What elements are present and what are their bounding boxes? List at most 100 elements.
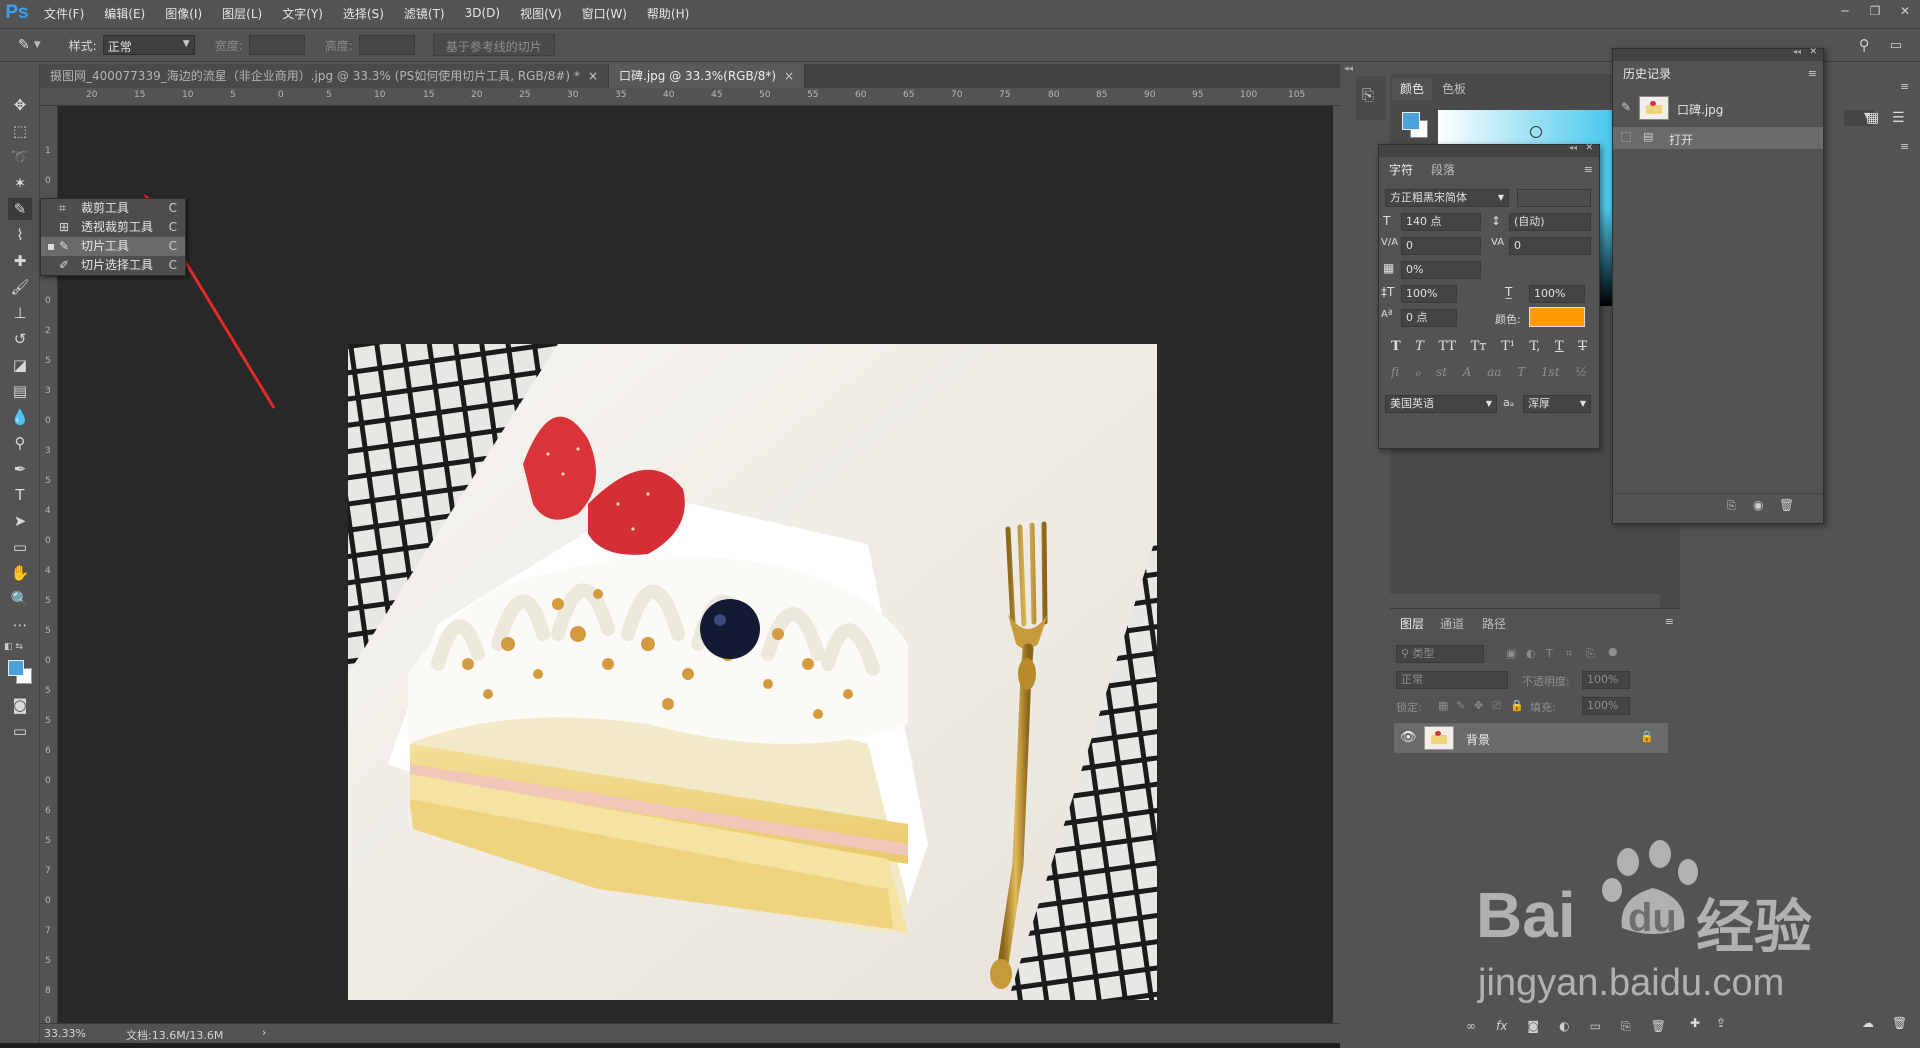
style-select[interactable]: 正常 ▼ <box>102 35 195 55</box>
slice-tool-item[interactable]: ▪ ✎ 切片工具 C <box>41 237 185 256</box>
close-icon[interactable]: ✕ <box>1809 47 1817 57</box>
filter-toggle-icon[interactable]: ● <box>1608 645 1618 658</box>
rectangle-tool-icon[interactable]: ▭ <box>8 536 32 558</box>
menu-image[interactable]: 图像(I) <box>155 5 212 22</box>
panel-menu-icon[interactable]: ≡ <box>1584 163 1593 176</box>
chevron-down-icon[interactable]: ▼ <box>34 40 41 50</box>
underline-button[interactable]: T <box>1555 339 1564 357</box>
collapse-dock-icon[interactable]: ◂◂ <box>1344 64 1353 74</box>
width-input[interactable] <box>248 35 305 55</box>
foreground-color-swatch[interactable] <box>8 660 24 676</box>
adjustment-filter-icon[interactable]: ◐ <box>1526 647 1536 660</box>
history-panel-title[interactable]: 历史记录 <box>1615 63 1680 85</box>
menu-3d[interactable]: 3D(D) <box>455 6 510 20</box>
close-icon[interactable]: ✕ <box>1585 143 1593 153</box>
screen-mode-icon[interactable]: ▭ <box>8 720 32 742</box>
zoom-tool-icon[interactable]: 🔍 <box>8 588 32 610</box>
lock-all-icon[interactable]: 🔒 <box>1510 699 1524 712</box>
menu-view[interactable]: 视图(V) <box>510 5 572 22</box>
kerning-field[interactable]: 0 <box>1401 237 1481 255</box>
menu-layer[interactable]: 图层(L) <box>212 5 272 22</box>
eraser-tool-icon[interactable]: ◪ <box>8 354 32 376</box>
panel-menu-icon[interactable]: ≡ <box>1808 67 1817 80</box>
vertical-scale-field[interactable]: 100% <box>1401 285 1457 303</box>
shape-filter-icon[interactable]: ⌗ <box>1566 647 1572 661</box>
workspace-icon[interactable]: ▭ <box>1890 38 1902 53</box>
adjustment-layer-icon[interactable]: ◐ <box>1559 1019 1569 1039</box>
tab-swatches[interactable]: 色板 <box>1434 78 1474 100</box>
strikethrough-button[interactable]: T <box>1578 339 1587 357</box>
opacity-field[interactable]: 100% <box>1582 671 1630 689</box>
swash-button[interactable]: st <box>1436 365 1447 383</box>
tab-seaside-doc[interactable]: 摄图网_400077339_海边的流星（非企业商用）.jpg @ 33.3% (… <box>40 64 609 88</box>
link-layers-icon[interactable]: ∞ <box>1466 1019 1476 1039</box>
superscript-button[interactable]: T¹ <box>1501 339 1515 357</box>
blur-tool-icon[interactable]: 💧 <box>8 406 32 428</box>
lasso-tool-icon[interactable]: ➰ <box>8 146 32 168</box>
lock-position-icon[interactable]: ✥ <box>1474 699 1483 712</box>
menu-help[interactable]: 帮助(H) <box>637 5 699 22</box>
crop-tool-item[interactable]: ⌗ 裁剪工具 C <box>41 199 185 218</box>
faux-bold-button[interactable]: T <box>1391 339 1401 357</box>
collapse-icon[interactable]: ◂◂ <box>1793 47 1801 56</box>
more-tools-icon[interactable]: ⋯ <box>8 614 32 636</box>
fractions-button[interactable]: ½ <box>1575 365 1587 383</box>
stamp-tool-icon[interactable]: ⊥ <box>8 302 32 324</box>
dodge-tool-icon[interactable]: ⚲ <box>8 432 32 454</box>
fg-color-swatch[interactable] <box>1402 112 1420 130</box>
list-view-icon[interactable]: ☰ <box>1892 110 1905 126</box>
layer-filter-select[interactable]: ⚲ 类型 <box>1396 645 1484 663</box>
baseline-shift-field[interactable]: 0 点 <box>1401 309 1457 327</box>
eye-icon[interactable]: 👁 <box>1400 730 1417 745</box>
layer-row-background[interactable]: 👁 背景 🔒 <box>1394 723 1668 753</box>
antialias-select[interactable]: 浑厚 ▼ <box>1523 395 1591 413</box>
status-menu-arrow[interactable]: › <box>262 1026 266 1039</box>
all-caps-button[interactable]: TT <box>1438 339 1456 357</box>
add-mask-icon[interactable]: ◙ <box>1527 1019 1539 1039</box>
ruler-horizontal[interactable]: 20 15 10 5 0 5 10 15 20 25 30 35 40 45 50 55 60 65 70 75 80 8… <box>40 88 1340 106</box>
ordinals-button[interactable]: 1st <box>1541 365 1560 383</box>
small-caps-button[interactable]: Tт <box>1471 339 1487 357</box>
discretionary-ligatures-button[interactable]: ℴ <box>1415 365 1421 383</box>
brush-tool-icon[interactable]: 🖌 <box>8 276 32 298</box>
panel-menu-icon[interactable]: ≡ <box>1900 140 1909 153</box>
tab-color[interactable]: 颜色 <box>1392 78 1433 100</box>
quick-mask-icon[interactable]: ◙ <box>8 694 32 716</box>
type-tool-icon[interactable]: T <box>8 484 32 506</box>
horizontal-scale-field[interactable]: 100% <box>1529 285 1585 303</box>
minimize-icon[interactable]: ─ <box>1830 0 1860 22</box>
menu-filter[interactable]: 滤镜(T) <box>394 5 455 22</box>
slice-select-tool-item[interactable]: ✐ 切片选择工具 C <box>41 256 185 275</box>
faux-italic-button[interactable]: T <box>1415 339 1424 357</box>
height-input[interactable] <box>358 35 415 55</box>
default-colors-icon[interactable]: ◧ ⇆ <box>4 642 23 652</box>
path-select-icon[interactable]: ➤ <box>8 510 32 532</box>
close-icon[interactable]: × <box>784 69 794 83</box>
perspective-crop-tool-item[interactable]: ⊞ 透视裁剪工具 C <box>41 218 185 237</box>
gradient-tool-icon[interactable]: ▤ <box>8 380 32 402</box>
menu-select[interactable]: 选择(S) <box>333 5 394 22</box>
healing-brush-icon[interactable]: ✚ <box>8 250 32 272</box>
history-step[interactable]: ▤ 打开 <box>1613 127 1823 149</box>
fill-field[interactable]: 100% <box>1582 697 1630 715</box>
panel-menu-icon[interactable]: ≡ <box>1900 80 1909 93</box>
trash-icon[interactable]: 🗑 <box>1892 1016 1907 1030</box>
history-panel-icon[interactable]: ⎘ <box>1362 86 1374 104</box>
pixel-filter-icon[interactable]: ▣ <box>1506 647 1516 660</box>
history-brush-source-icon[interactable]: ✎ <box>1621 100 1631 114</box>
tab-paths[interactable]: 路径 <box>1474 613 1514 635</box>
history-brush-icon[interactable]: ↺ <box>8 328 32 350</box>
restore-icon[interactable]: ❐ <box>1860 0 1890 22</box>
trash-icon[interactable]: 🗑 <box>1779 498 1794 512</box>
text-color-swatch[interactable] <box>1529 307 1585 327</box>
history-checkbox[interactable] <box>1621 132 1631 142</box>
zoom-level[interactable]: 33.33% <box>44 1027 86 1040</box>
font-family-select[interactable]: 方正粗黑宋简体 ▼ <box>1385 189 1509 207</box>
collapse-icon[interactable]: ◂◂ <box>1569 143 1577 152</box>
marquee-tool-icon[interactable]: ⬚ <box>8 120 32 142</box>
panel-menu-icon[interactable]: ≡ <box>1665 615 1674 628</box>
tab-character[interactable]: 字符 <box>1381 159 1422 181</box>
blend-mode-select[interactable]: 正常 <box>1396 671 1508 689</box>
menu-edit[interactable]: 编辑(E) <box>94 5 155 22</box>
smart-object-filter-icon[interactable]: ⎘ <box>1586 647 1595 661</box>
